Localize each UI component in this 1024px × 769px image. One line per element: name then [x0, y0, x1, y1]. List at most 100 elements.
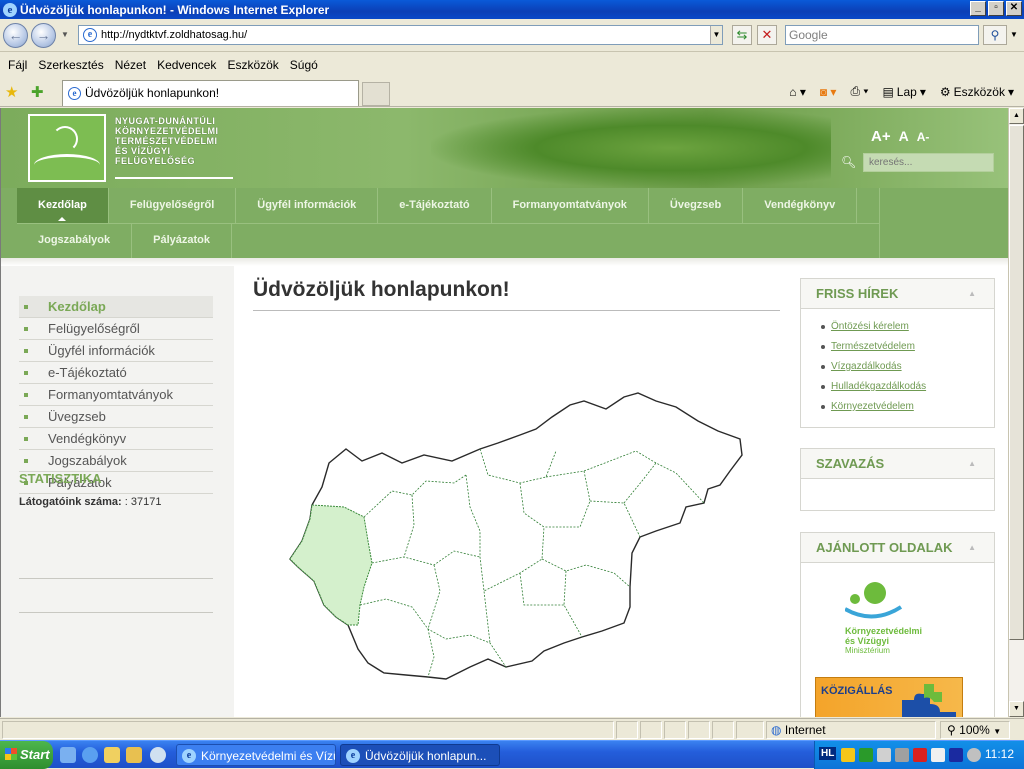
kozigallas-banner[interactable]: KÖZIGÁLLÁS	[815, 677, 963, 717]
site-search: 🔍︎	[841, 153, 996, 172]
site-search-input[interactable]	[863, 153, 994, 172]
zoom-control[interactable]: ⚲ 100% ▼	[940, 721, 1010, 739]
news-link[interactable]: Természetvédelem	[821, 337, 994, 357]
taskbar-window-button[interactable]: e Környezetvédelmi és Vízü...	[176, 744, 336, 766]
logo-image[interactable]	[28, 114, 106, 182]
nav-kezdolap[interactable]: Kezdőlap	[17, 188, 109, 223]
tab-current[interactable]: e Üdvözöljük honlapunkon!	[62, 80, 359, 106]
taskbar-window-button-active[interactable]: e Üdvözöljük honlapun...	[340, 744, 500, 766]
page-scrollbar[interactable]: ▲ ▼	[1008, 108, 1024, 717]
quicklaunch-icon[interactable]	[104, 747, 120, 763]
collapse-icon[interactable]: ▲	[968, 449, 976, 479]
search-input[interactable]: Google	[785, 25, 979, 45]
collapse-icon[interactable]: ▲	[968, 279, 976, 309]
tools-menu[interactable]: ⚙ Eszközök ▾	[940, 85, 1014, 99]
tray-icon[interactable]	[877, 748, 891, 762]
news-link[interactable]: Hulladékgazdálkodás	[821, 377, 994, 397]
add-favorite-icon[interactable]: ✚	[31, 83, 44, 101]
address-input[interactable]: e http://nydtktvf.zoldhatosag.hu/ ▼	[78, 25, 723, 45]
back-icon[interactable]: ←	[3, 23, 28, 48]
nav-uvegzseb[interactable]: Üvegzseb	[649, 188, 744, 223]
scroll-up-icon[interactable]: ▲	[1009, 108, 1024, 124]
tray-icon[interactable]	[967, 748, 981, 762]
search-icon[interactable]: ⚲	[983, 25, 1007, 45]
hungary-map[interactable]	[284, 391, 749, 691]
sidebar-item-kezdolap[interactable]: Kezdőlap	[19, 296, 213, 318]
tab-bar: ★ ✚ e Üdvözöljük honlapunkon! ⌂ ▾ ◙ ▾ ⎙ …	[0, 78, 1024, 107]
map-region-vas[interactable]	[289, 504, 373, 626]
nav-ugyfel-informaciok[interactable]: Ügyfél információk	[236, 188, 379, 223]
nav-vendegkonyv[interactable]: Vendégkönyv	[743, 188, 858, 223]
scroll-down-icon[interactable]: ▼	[1009, 701, 1024, 717]
font-decrease-button[interactable]: A-	[917, 130, 930, 145]
menu-help[interactable]: Súgó	[290, 58, 318, 72]
nav-felugyelosegrol[interactable]: Felügyelőségről	[109, 188, 237, 223]
nav-palyazatok[interactable]: Pályázatok	[132, 223, 233, 258]
zoom-dropdown-icon[interactable]: ▼	[993, 727, 1001, 736]
nav-jogszabalyok[interactable]: Jogszabályok	[17, 223, 133, 258]
news-box-header[interactable]: FRISS HÍREK ▲	[801, 279, 994, 309]
quicklaunch-icon[interactable]	[60, 747, 76, 763]
sidebar-item-ugyfel-informaciok[interactable]: Ügyfél információk	[19, 340, 213, 362]
sidebar-item-e-tajekoztato[interactable]: e-Tájékoztató	[19, 362, 213, 384]
recommended-box-header[interactable]: AJÁNLOTT OLDALAK ▲	[801, 533, 994, 563]
clock[interactable]: 11:12	[985, 747, 1014, 761]
network-icon[interactable]	[859, 748, 873, 762]
menu-file[interactable]: Fájl	[8, 58, 27, 72]
forward-icon[interactable]: →	[31, 23, 56, 48]
vote-box-header[interactable]: SZAVAZÁS ▲	[801, 449, 994, 479]
sidebar-item-formanyomtatvanyok[interactable]: Formanyomtatványok	[19, 384, 213, 406]
ministry-logo[interactable]: Környezetvédelmi és Vízügyi Minisztérium	[844, 581, 955, 655]
start-button[interactable]: Start	[0, 741, 53, 769]
menu-view[interactable]: Nézet	[115, 58, 146, 72]
quicklaunch-ie-icon[interactable]	[82, 747, 98, 763]
language-indicator[interactable]: HL	[819, 747, 837, 760]
print-icon[interactable]: ⎙ ▾	[850, 84, 868, 99]
mail-icon[interactable]	[931, 748, 945, 762]
news-box: FRISS HÍREK ▲ Öntözési kérelem Természetv…	[800, 278, 995, 428]
tools-label: Eszközök	[953, 84, 1005, 99]
news-link[interactable]: Öntözési kérelem	[821, 317, 994, 337]
refresh-icon[interactable]: ⇆	[732, 25, 752, 45]
sidebar-item-felugyelosegrol[interactable]: Felügyelőségről	[19, 318, 213, 340]
history-dropdown-icon[interactable]: ▼	[61, 30, 69, 39]
media-icon[interactable]	[949, 748, 963, 762]
status-segment	[688, 721, 710, 739]
favorites-star-icon[interactable]: ★	[5, 83, 18, 101]
quicklaunch-folder-icon[interactable]	[126, 747, 142, 763]
font-normal-button[interactable]: A	[899, 128, 909, 145]
search-options-icon[interactable]: ▼	[1010, 30, 1018, 39]
font-increase-button[interactable]: A+	[871, 128, 891, 145]
taskbar-ie-icon: e	[346, 749, 360, 763]
scrollbar-thumb[interactable]	[1009, 125, 1024, 640]
recommended-box: AJÁNLOTT OLDALAK ▲ Környezetvédelmi és Ví…	[800, 532, 995, 717]
shield-icon[interactable]	[841, 748, 855, 762]
window-titlebar[interactable]: e Üdvözöljük honlapunkon! - Windows Inte…	[0, 0, 1024, 19]
security-zone[interactable]: ◍ Internet	[766, 721, 936, 739]
sidebar-item-uvegzseb[interactable]: Üvegzseb	[19, 406, 213, 428]
address-dropdown-icon[interactable]: ▼	[710, 26, 722, 44]
sidebar-item-vendegkonyv[interactable]: Vendégkönyv	[19, 428, 213, 450]
menu-edit[interactable]: Szerkesztés	[38, 58, 103, 72]
tray-icon[interactable]	[913, 748, 927, 762]
feeds-icon[interactable]: ◙ ▾	[820, 85, 837, 99]
news-link[interactable]: Környezetvédelem	[821, 397, 994, 417]
stop-icon[interactable]: ✕	[757, 25, 777, 45]
home-icon[interactable]: ⌂ ▾	[789, 85, 806, 99]
sidebar-item-jogszabalyok[interactable]: Jogszabályok	[19, 450, 213, 472]
menu-favorites[interactable]: Kedvencek	[157, 58, 216, 72]
close-button[interactable]: ✕	[1006, 1, 1022, 16]
new-tab-button[interactable]	[362, 82, 390, 106]
visitor-count: Látogatóink száma: : 37171	[19, 496, 161, 508]
nav-e-tajekoztato[interactable]: e-Tájékoztató	[378, 188, 492, 223]
tray-icon[interactable]	[895, 748, 909, 762]
news-link[interactable]: Vízgazdálkodás	[821, 357, 994, 377]
page-icon: ▤	[882, 84, 894, 99]
collapse-icon[interactable]: ▲	[968, 533, 976, 563]
menu-tools[interactable]: Eszközök	[227, 58, 278, 72]
quicklaunch-media-icon[interactable]	[150, 747, 166, 763]
nav-formanyomtatvanyok[interactable]: Formanyomtatványok	[492, 188, 649, 223]
maximize-button[interactable]: ▫	[988, 1, 1004, 16]
minimize-button[interactable]: _	[970, 1, 986, 16]
page-menu[interactable]: ▤ Lap ▾	[882, 85, 925, 99]
